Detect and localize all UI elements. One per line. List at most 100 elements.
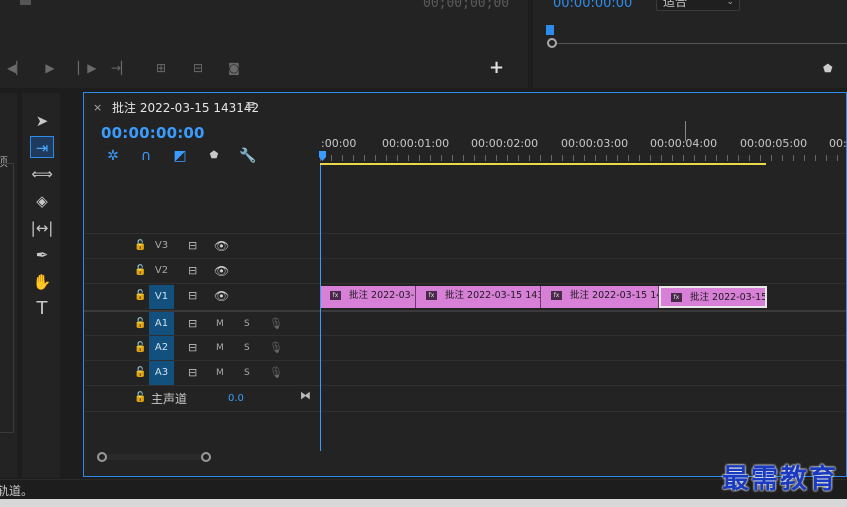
overwrite-icon[interactable]: ⊞ (153, 60, 169, 76)
marker-icon[interactable]: ⬟ (823, 62, 833, 75)
eye-icon[interactable]: 👁 (214, 264, 229, 278)
lock-icon[interactable]: 🔓 (134, 265, 146, 276)
microphone-icon[interactable]: 🎙 (269, 366, 283, 379)
eye-icon[interactable]: 👁 (214, 239, 229, 253)
export-frame-icon[interactable]: ◙ (226, 60, 242, 76)
video-clip-selected[interactable]: fx 批注 2022-03-15 (659, 286, 767, 308)
track-body[interactable] (320, 234, 846, 258)
ruler-label: 00:0 (829, 137, 847, 150)
solo-button[interactable]: S (244, 343, 250, 353)
track-body[interactable] (320, 361, 846, 385)
track-header: 🔓 主声道 0.0 ⧓ (84, 386, 320, 410)
linked-selection-icon[interactable]: ◩ (171, 147, 189, 165)
video-clip[interactable]: fx 批注 2022-03- (320, 286, 416, 308)
track-name[interactable]: A1 (149, 312, 174, 336)
scroll-handle-left[interactable] (97, 452, 107, 462)
track-name[interactable]: V3 (149, 234, 174, 258)
microphone-icon[interactable]: 🎙 (269, 317, 283, 330)
program-scrub-bar[interactable] (551, 43, 847, 44)
snap-icon[interactable]: ∩ (137, 147, 155, 165)
track-a3: 🔓 A3 ⊟ M S 🎙 (84, 360, 846, 385)
fit-select[interactable]: 适合 ⌄ (656, 0, 740, 11)
lock-icon[interactable]: 🔓 (134, 342, 146, 353)
track-header: 🔓 A2 ⊟ M S 🎙 (84, 336, 320, 360)
scroll-handle-right[interactable] (201, 452, 211, 462)
sync-lock-icon[interactable]: ⊟ (188, 366, 197, 379)
clip-label: 批注 2022-03- (349, 290, 415, 301)
hand-tool-icon[interactable]: ✋ (30, 271, 54, 293)
source-timecode[interactable]: 00;00;00;00 (423, 0, 509, 11)
tools-panel: ➤ ⇥ ⟺ ◈ |↔| ✒ ✋ T (22, 93, 60, 478)
sync-lock-icon[interactable]: ⊟ (188, 264, 197, 277)
premiere-workspace: 00;00;00;00 ◀▏ ▶ ▏▶ →▏ ⊞ ⊟ ◙ + 00:00:00:… (0, 0, 847, 507)
slip-tool-icon[interactable]: |↔| (30, 217, 54, 239)
step-forward-icon[interactable]: ▏▶ (78, 60, 96, 76)
ruler-label: 00:00:05:00 (740, 137, 808, 150)
track-a1: 🔓 A1 ⊟ M S 🎙 (84, 310, 846, 336)
ripple-edit-tool-icon[interactable]: ⟺ (30, 163, 54, 185)
wrench-icon[interactable]: 🔧 (239, 147, 257, 165)
track-name[interactable]: A2 (149, 336, 174, 360)
pen-tool-icon[interactable]: ✒ (30, 244, 54, 266)
playhead-line[interactable] (320, 165, 321, 451)
sync-lock-icon[interactable]: ⊟ (188, 341, 197, 354)
sync-lock-icon[interactable]: ⊟ (188, 317, 197, 330)
track-body[interactable] (320, 259, 846, 283)
add-button[interactable]: + (489, 59, 504, 77)
mark-in-icon[interactable]: ◀▏ (7, 60, 25, 76)
go-to-end-icon[interactable]: ⧓ (300, 389, 311, 402)
track-body[interactable]: fx 批注 2022-03- fx 批注 2022-03-15 143 fx 批注 2… (320, 284, 846, 309)
time-ruler[interactable]: :00:00 00:00:01:00 00:00:02:00 00:00:03:… (319, 129, 847, 165)
sync-lock-icon[interactable]: ⊟ (188, 289, 197, 302)
video-clip[interactable]: fx 批注 2022-03-15 143 (416, 286, 541, 308)
track-name[interactable]: A3 (149, 361, 174, 385)
sync-lock-icon[interactable]: ⊟ (188, 239, 197, 252)
track-v1: 🔓 V1 ⊟ 👁 fx 批注 2022-03- fx 批注 2022-03-15 1… (84, 283, 846, 309)
mute-button[interactable]: M (216, 343, 224, 353)
lock-icon[interactable]: 🔓 (134, 367, 146, 378)
panel-menu-icon[interactable]: ≡ (245, 98, 256, 113)
razor-tool-icon[interactable]: ◈ (30, 190, 54, 212)
program-zoom-handle[interactable] (547, 38, 557, 48)
track-body[interactable] (320, 336, 846, 360)
mute-button[interactable]: M (216, 319, 224, 329)
master-track-label: 主声道 (151, 392, 188, 406)
timeline-zoom-scrollbar[interactable] (97, 452, 211, 462)
add-marker-icon[interactable]: ⬟ (205, 147, 223, 165)
play-icon[interactable]: ▶ (42, 60, 58, 76)
track-header: 🔓 V3 ⊟ 👁 (84, 234, 320, 258)
microphone-icon[interactable]: 🎙 (269, 341, 283, 354)
track-name[interactable]: V1 (149, 285, 174, 309)
timeline-timecode[interactable]: 00:00:00:00 (101, 124, 205, 142)
track-select-tool-icon[interactable]: ⇥ (30, 136, 54, 158)
track-header: 🔓 A3 ⊟ M S 🎙 (84, 361, 320, 385)
program-playhead-icon[interactable] (546, 25, 554, 35)
type-tool-icon[interactable]: T (30, 298, 54, 320)
lock-icon[interactable]: 🔓 (134, 318, 146, 329)
track-name[interactable]: V2 (149, 259, 174, 283)
lock-icon[interactable]: 🔓 (134, 392, 146, 403)
clip-label: 批注 2022-03-15 (690, 292, 767, 303)
eye-icon[interactable]: 👁 (214, 289, 229, 303)
solo-button[interactable]: S (244, 319, 250, 329)
track-a2: 🔓 A2 ⊟ M S 🎙 (84, 335, 846, 360)
insert-icon[interactable]: →▏ (111, 60, 130, 76)
track-body[interactable] (320, 386, 846, 410)
lock-icon[interactable]: 🔓 (134, 290, 146, 301)
sequence-tab-title[interactable]: 批注 2022-03-15 143142 (112, 99, 259, 116)
work-area-bar[interactable] (320, 163, 766, 165)
lock-icon[interactable]: 🔓 (134, 240, 146, 251)
master-volume-value[interactable]: 0.0 (228, 393, 244, 404)
program-timecode[interactable]: 00:00:00:00 (553, 0, 632, 11)
video-clip[interactable]: fx 批注 2022-03-15 14 (541, 286, 659, 308)
solo-button[interactable]: S (244, 368, 250, 378)
watermark-logo: 最需教育 (722, 464, 838, 495)
source-settings-icon[interactable] (20, 0, 31, 5)
mute-button[interactable]: M (216, 368, 224, 378)
track-header: 🔓 V2 ⊟ 👁 (84, 259, 320, 283)
selection-tool-icon[interactable]: ➤ (30, 110, 54, 132)
nest-icon[interactable]: ✲ (104, 147, 122, 165)
close-icon[interactable]: × (93, 101, 102, 114)
track-body[interactable] (320, 312, 846, 335)
lift-icon[interactable]: ⊟ (190, 60, 206, 76)
